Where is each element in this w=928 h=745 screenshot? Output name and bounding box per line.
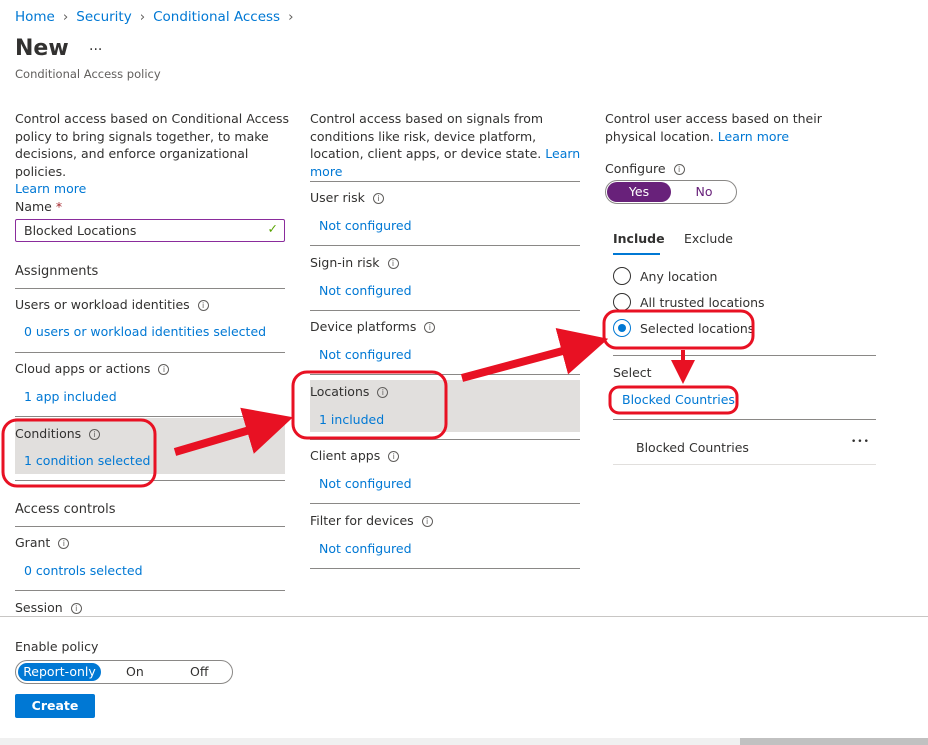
configure-label: Configure i — [605, 161, 685, 176]
condition-link[interactable]: Not configured — [319, 476, 412, 491]
enable-policy-toggle[interactable]: Report-only On Off — [15, 660, 233, 684]
breadcrumb: Home › Security › Conditional Access › — [15, 9, 294, 25]
condition-link[interactable]: 1 included — [319, 412, 384, 427]
page-subtitle: Conditional Access policy — [15, 67, 161, 81]
learn-more-link[interactable]: Learn more — [718, 129, 789, 144]
learn-more-link[interactable]: Learn more — [15, 181, 86, 196]
option-report-only[interactable]: Report-only — [18, 663, 101, 681]
assignments-heading: Assignments — [15, 264, 99, 279]
conditions-description: Control access based on signals from con… — [310, 111, 581, 179]
select-label: Select — [613, 365, 652, 380]
name-label: Name * — [15, 199, 63, 214]
grant-link[interactable]: 0 controls selected — [24, 563, 143, 578]
radio-label[interactable]: Selected locations — [640, 321, 754, 336]
enable-policy-label: Enable policy — [15, 639, 99, 654]
breadcrumb-conditional-access[interactable]: Conditional Access — [153, 9, 280, 25]
info-icon: i — [70, 603, 82, 614]
create-button[interactable]: Create — [15, 694, 95, 718]
option-on[interactable]: On — [126, 663, 144, 681]
row-more-button[interactable]: ••• — [851, 437, 870, 447]
configure-toggle[interactable]: Yes No — [605, 180, 737, 204]
configure-no[interactable]: No — [672, 182, 736, 202]
tab-include[interactable]: Include — [613, 231, 665, 246]
configure-yes[interactable]: Yes — [607, 182, 671, 202]
session-label: Session i — [15, 600, 82, 615]
name-input[interactable]: Blocked Locations ✓ — [15, 219, 285, 242]
cloud-apps-label: Cloud apps or actions i — [15, 361, 170, 376]
access-controls-heading: Access controls — [15, 502, 116, 517]
condition-label: Device platforms i — [310, 319, 436, 334]
condition-link[interactable]: Not configured — [319, 347, 412, 362]
users-label: Users or workload identities i — [15, 297, 209, 312]
cloud-apps-link[interactable]: 1 app included — [24, 389, 117, 404]
radio-button[interactable] — [613, 267, 631, 285]
locations-description: Control user access based on their physi… — [605, 111, 822, 144]
condition-label: User risk i — [310, 190, 384, 205]
breadcrumb-home[interactable]: Home — [15, 9, 55, 25]
condition-label: Client apps i — [310, 448, 400, 463]
info-icon: i — [421, 515, 433, 527]
radio-button[interactable] — [613, 293, 631, 311]
more-options-button[interactable]: ... — [89, 38, 102, 54]
radio-label[interactable]: Any location — [640, 269, 717, 284]
conditions-link[interactable]: 1 condition selected — [24, 453, 150, 468]
condition-label: Filter for devices i — [310, 513, 433, 528]
condition-label: Sign-in risk i — [310, 255, 399, 270]
info-icon: i — [158, 364, 170, 375]
condition-label: Locations i — [310, 384, 389, 399]
conditions-label: Conditions i — [15, 426, 101, 441]
info-icon: i — [388, 451, 400, 462]
info-icon: i — [377, 386, 389, 398]
info-icon: i — [89, 429, 101, 440]
conditional-access-description: Control access based on Conditional Acce… — [15, 111, 290, 196]
radio-label[interactable]: All trusted locations — [640, 295, 765, 310]
info-icon: i — [387, 257, 399, 269]
info-icon: i — [197, 300, 209, 311]
info-icon: i — [58, 538, 70, 549]
breadcrumb-security[interactable]: Security — [76, 9, 131, 25]
condition-link[interactable]: Not configured — [319, 283, 412, 298]
grant-label: Grant i — [15, 535, 70, 550]
page-title: New — [15, 36, 69, 61]
condition-link[interactable]: Not configured — [319, 541, 412, 556]
selected-location-name: Blocked Countries — [636, 440, 749, 455]
tab-exclude[interactable]: Exclude — [684, 231, 733, 246]
option-off[interactable]: Off — [190, 663, 208, 681]
users-link[interactable]: 0 users or workload identities selected — [24, 324, 266, 339]
info-icon: i — [372, 193, 384, 204]
info-icon: i — [424, 322, 436, 333]
check-icon: ✓ — [267, 221, 278, 236]
horizontal-scrollbar[interactable] — [0, 738, 928, 745]
condition-link[interactable]: Not configured — [319, 218, 412, 233]
info-icon: i — [673, 164, 685, 175]
blocked-countries-link[interactable]: Blocked Countries — [622, 392, 735, 407]
radio-button[interactable] — [613, 319, 631, 337]
